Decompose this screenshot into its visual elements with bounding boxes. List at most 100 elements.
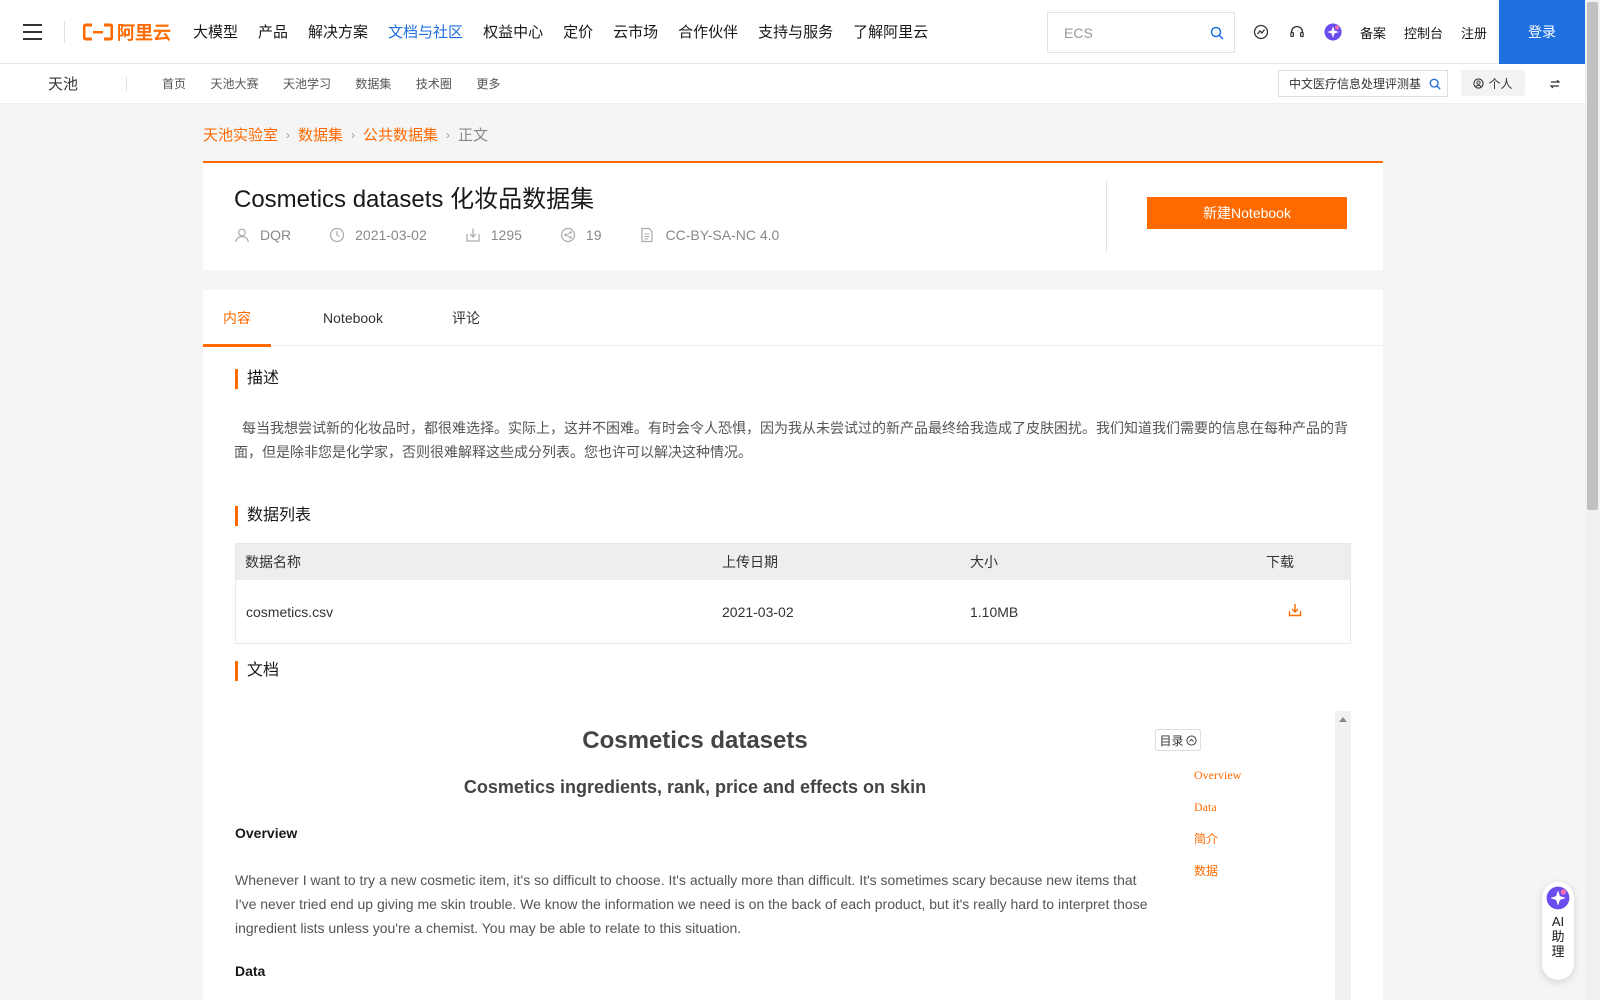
dataset-content-card: 内容 Notebook 评论 描述 每当我想尝试新的化妆品时，都很难选择。实际上… xyxy=(203,290,1383,1000)
nav-link-llm[interactable]: 大模型 xyxy=(193,21,238,42)
author-name[interactable]: DQR xyxy=(260,227,291,243)
top-search-input[interactable] xyxy=(1064,24,1210,41)
ai-assistant-label: AI助理 xyxy=(1551,914,1565,959)
nav-link-support[interactable]: 支持与服务 xyxy=(758,21,833,42)
nav-link-products[interactable]: 产品 xyxy=(258,21,288,42)
subnav-link-datasets[interactable]: 数据集 xyxy=(355,77,391,91)
search-icon[interactable] xyxy=(1210,26,1224,40)
file-download-cell xyxy=(1266,603,1350,620)
description-heading: 描述 xyxy=(235,369,279,389)
subnav-links: 首页 天池大赛 天池学习 数据集 技术圈 更多 xyxy=(162,75,520,93)
dataset-header-card: Cosmetics datasets 化妆品数据集 DQR 2021-03-02… xyxy=(203,161,1383,270)
chevron-up-circle-icon xyxy=(1185,734,1197,746)
console-link[interactable]: 控制台 xyxy=(1404,23,1443,42)
aliyun-logo[interactable]: 阿里云 xyxy=(83,19,171,45)
nav-link-benefits[interactable]: 权益中心 xyxy=(483,21,543,42)
top-navbar: 阿里云 大模型 产品 解决方案 文档与社区 权益中心 定价 云市场 合作伙伴 支… xyxy=(0,0,1585,64)
data-list-heading: 数据列表 xyxy=(235,506,311,526)
download-count: 1295 xyxy=(490,227,522,243)
nav-link-partners[interactable]: 合作伙伴 xyxy=(678,21,738,42)
logo-text: 阿里云 xyxy=(117,22,171,43)
nav-link-marketplace[interactable]: 云市场 xyxy=(613,21,658,42)
toc-item-overview[interactable]: Overview xyxy=(1194,767,1241,799)
toc-item-data-cn[interactable]: 数据 xyxy=(1194,863,1241,895)
subnav-divider xyxy=(126,76,128,91)
main-nav-links: 大模型 产品 解决方案 文档与社区 权益中心 定价 云市场 合作伙伴 支持与服务… xyxy=(193,21,948,42)
user-icon xyxy=(235,228,249,243)
chevron-right-icon: › xyxy=(351,127,356,142)
breadcrumb-public-datasets[interactable]: 公共数据集 xyxy=(363,124,438,145)
header-file-name: 数据名称 xyxy=(245,554,301,570)
nav-divider xyxy=(64,20,65,43)
new-notebook-button[interactable]: 新建Notebook xyxy=(1147,197,1347,229)
file-date: 2021-03-02 xyxy=(722,603,794,620)
header-upload-date: 上传日期 xyxy=(722,554,778,570)
scroll-up-arrow-icon[interactable] xyxy=(1339,717,1347,722)
breadcrumb-current: 正文 xyxy=(458,127,489,144)
dashboard-icon[interactable] xyxy=(1252,23,1270,41)
document-icon xyxy=(641,227,654,243)
subnav-link-tech-circle[interactable]: 技术圈 xyxy=(416,77,452,91)
toc-item-intro[interactable]: 简介 xyxy=(1194,831,1241,863)
upload-date: 2021-03-02 xyxy=(355,227,427,243)
meta-shares: 19 xyxy=(560,227,601,243)
nav-link-about[interactable]: 了解阿里云 xyxy=(853,21,928,42)
page-scrollbar[interactable] xyxy=(1585,0,1600,1000)
chevron-right-icon: › xyxy=(286,127,291,142)
clock-icon xyxy=(330,227,345,243)
data-table: 数据名称 上传日期 大小 下载 cosmetics.csv 2021-03-02… xyxy=(235,543,1351,644)
subnav-link-more[interactable]: 更多 xyxy=(476,77,500,91)
content-tabs: 内容 Notebook 评论 xyxy=(203,290,1383,347)
breadcrumb-tianchi-lab[interactable]: 天池实验室 xyxy=(203,124,278,145)
tianchi-brand[interactable]: 天池 xyxy=(48,73,78,94)
toc-item-data[interactable]: Data xyxy=(1194,799,1241,831)
description-text: 每当我想尝试新的化妆品时，都很难选择。实际上，这并不困难。有时会令人恐惧，因为我… xyxy=(234,420,1348,460)
breadcrumb-datasets[interactable]: 数据集 xyxy=(298,124,343,145)
ai-assistant-button[interactable]: AI助理 xyxy=(1542,882,1574,980)
dataset-title: Cosmetics datasets 化妆品数据集 xyxy=(234,186,595,213)
nav-link-pricing[interactable]: 定价 xyxy=(563,21,593,42)
doc-overview-heading: Overview xyxy=(235,825,298,841)
subnav-search-input[interactable] xyxy=(1289,76,1429,91)
meta-date: 2021-03-02 xyxy=(329,227,427,243)
headset-icon[interactable] xyxy=(1288,23,1306,41)
login-button[interactable]: 登录 xyxy=(1499,0,1585,64)
toc-toggle-button[interactable]: 目录 xyxy=(1155,729,1201,751)
subnav-link-competitions[interactable]: 天池大赛 xyxy=(210,77,258,91)
header-divider xyxy=(1106,181,1107,253)
subnav-link-learning[interactable]: 天池学习 xyxy=(283,77,331,91)
chevron-right-icon: › xyxy=(446,127,451,142)
document-content: Cosmetics datasets Cosmetics ingredients… xyxy=(235,711,1335,1000)
download-icon[interactable] xyxy=(1288,603,1302,617)
personal-button[interactable]: 个人 xyxy=(1461,70,1525,96)
toc-label: 目录 xyxy=(1159,733,1184,748)
document-frame: Cosmetics datasets Cosmetics ingredients… xyxy=(235,711,1351,1000)
nav-link-docs-community[interactable]: 文档与社区 xyxy=(388,21,463,42)
top-search-box xyxy=(1047,12,1235,53)
personal-label: 个人 xyxy=(1488,76,1513,91)
document-scrollbar[interactable] xyxy=(1335,711,1351,1000)
doc-subtitle: Cosmetics ingredients, rank, price and e… xyxy=(463,777,927,797)
breadcrumb: 天池实验室 › 数据集 › 公共数据集 › 正文 xyxy=(203,124,488,145)
tab-comments[interactable]: 评论 xyxy=(435,290,497,346)
share-icon xyxy=(560,227,576,243)
tab-content[interactable]: 内容 xyxy=(203,290,271,347)
download-icon xyxy=(466,228,480,242)
menu-icon[interactable] xyxy=(0,0,64,64)
register-link[interactable]: 注册 xyxy=(1461,23,1487,42)
subnav-link-home[interactable]: 首页 xyxy=(162,77,186,91)
subnav-search-box xyxy=(1278,70,1448,97)
scrollbar-thumb[interactable] xyxy=(1587,2,1598,510)
nav-link-solutions[interactable]: 解决方案 xyxy=(308,21,368,42)
search-icon[interactable] xyxy=(1429,78,1441,90)
ai-star-icon[interactable] xyxy=(1324,23,1342,41)
user-circle-icon xyxy=(1473,77,1485,89)
ai-star-icon xyxy=(1546,886,1570,910)
switch-icon[interactable] xyxy=(1547,76,1563,92)
filing-link[interactable]: 备案 xyxy=(1360,23,1386,42)
tab-notebook[interactable]: Notebook xyxy=(271,290,435,346)
meta-license: CC-BY-SA-NC 4.0 xyxy=(639,227,779,243)
doc-data-heading: Data xyxy=(235,963,266,979)
doc-title: Cosmetics datasets xyxy=(582,727,808,754)
doc-overview-text: Whenever I want to try a new cosmetic it… xyxy=(235,872,1148,936)
